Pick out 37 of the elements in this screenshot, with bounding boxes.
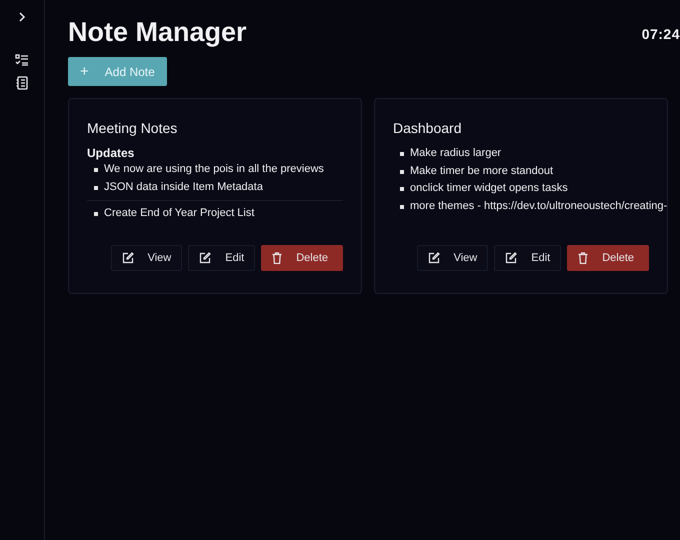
list-item-text: Make radius larger — [410, 146, 502, 161]
bullet-icon — [400, 170, 404, 174]
note-title: Meeting Notes — [87, 119, 178, 137]
list-item-text: more themes - https://dev.to/ultroneoustech/creating- — [410, 198, 668, 214]
bullet-icon — [94, 168, 98, 172]
list-item-text: JSON data inside Item Metadata — [104, 180, 263, 194]
chevron-right-icon — [18, 12, 26, 22]
tasks-nav-item[interactable] — [15, 54, 29, 66]
sidebar-toggle[interactable] — [18, 12, 26, 22]
edit-button[interactable]: Edit — [494, 245, 562, 271]
trash-icon — [578, 252, 588, 264]
list-item-text: Create End of Year Project List — [104, 206, 254, 221]
view-button[interactable]: View — [110, 245, 182, 271]
list-item-text: onclick timer widget opens tasks — [410, 181, 568, 196]
section-heading: Updates — [87, 145, 136, 161]
bullet-icon — [94, 212, 98, 216]
note-title: Dashboard — [393, 119, 462, 137]
edit-button[interactable]: Edit — [188, 245, 256, 271]
page-title: Note Manager — [68, 16, 247, 48]
notebook-icon — [16, 76, 28, 90]
bullet-icon — [400, 204, 404, 208]
bullet-icon — [400, 187, 404, 191]
edit-icon — [199, 252, 212, 264]
trash-icon — [272, 252, 282, 264]
view-button[interactable]: View — [416, 245, 488, 271]
list-item-text: Make timer be more standout — [410, 164, 554, 178]
delete-button[interactable]: Delete — [567, 245, 649, 271]
checklist-icon — [15, 54, 29, 66]
bullet-icon — [94, 186, 98, 190]
bullet-icon — [400, 152, 404, 156]
list-item-text: We now are using the pois in all the previews — [104, 162, 324, 177]
clock-time: 07:24 — [642, 26, 680, 42]
notes-nav-item[interactable] — [16, 76, 28, 90]
delete-button[interactable]: Delete — [261, 245, 343, 271]
edit-icon — [122, 252, 134, 264]
edit-icon — [428, 252, 440, 264]
edit-icon — [505, 252, 518, 264]
